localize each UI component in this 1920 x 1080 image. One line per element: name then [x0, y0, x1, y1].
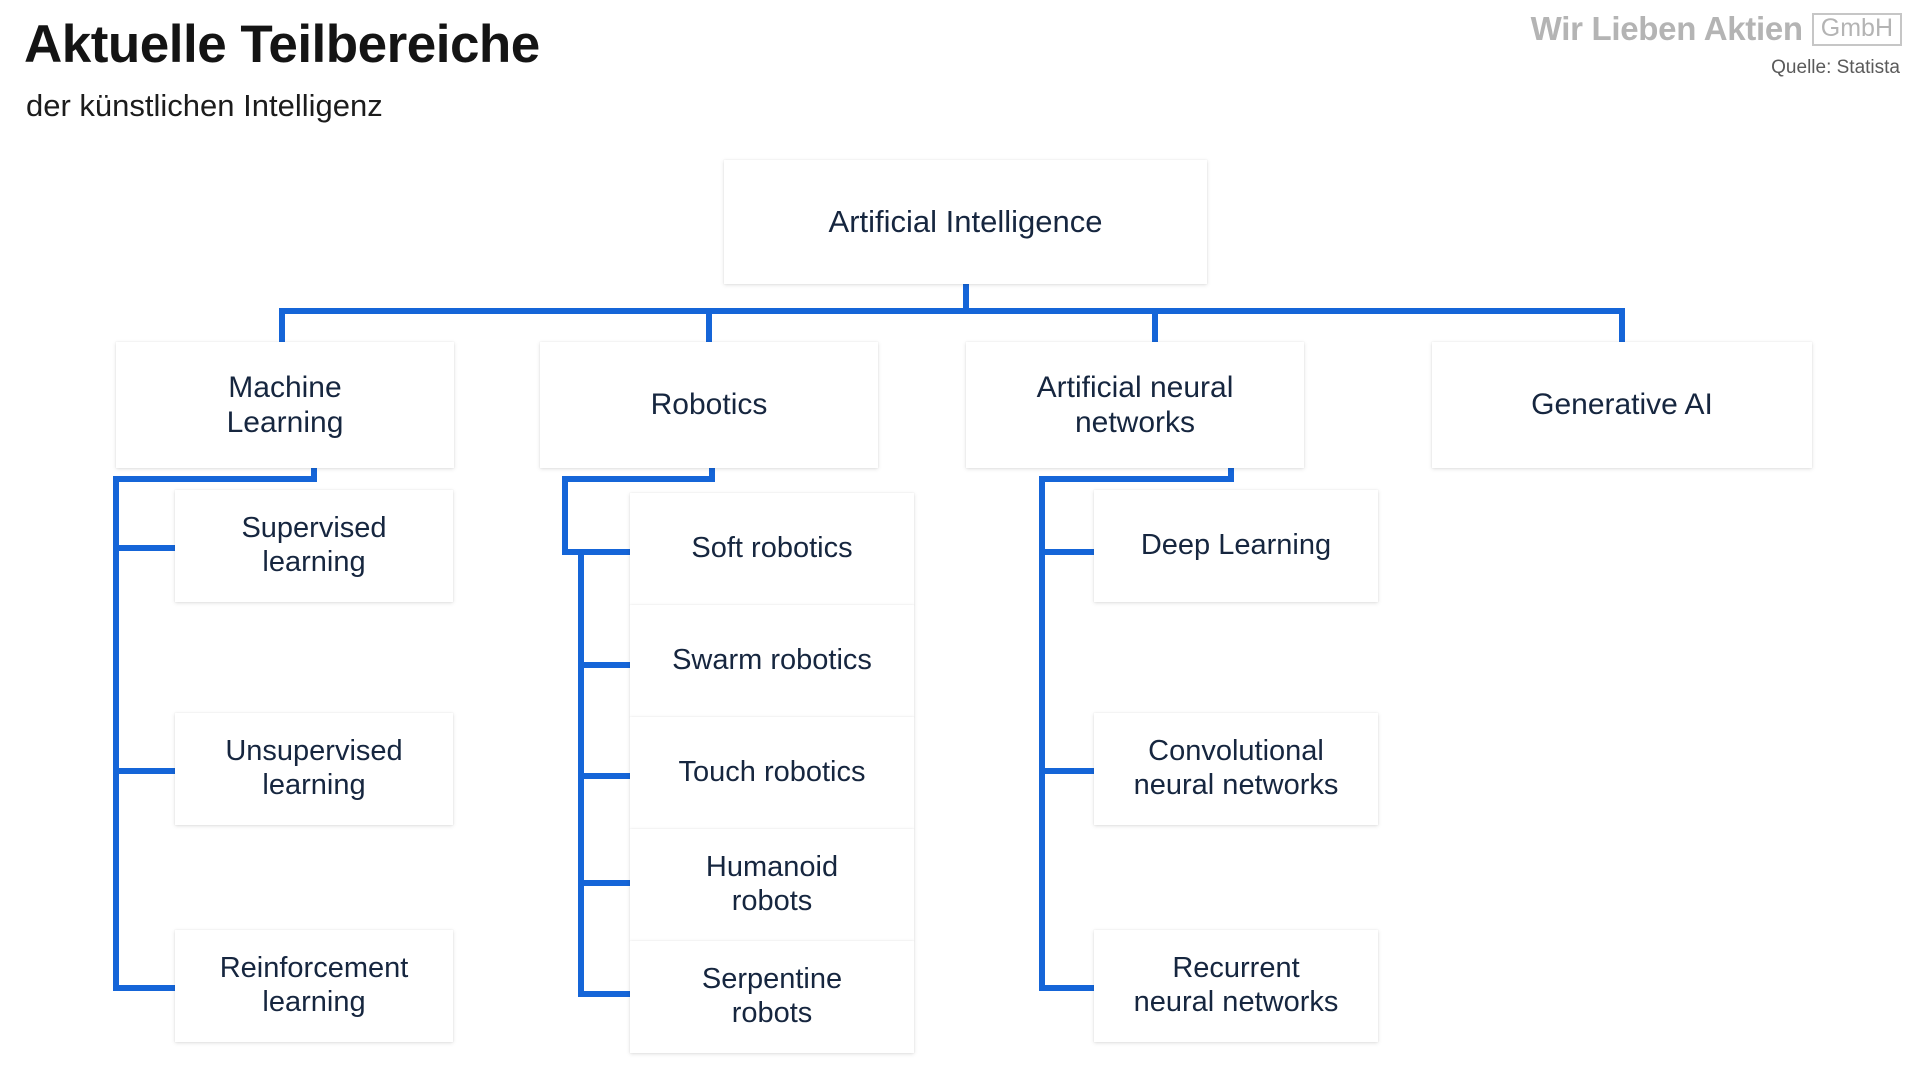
node-label: Humanoid robots [705, 851, 839, 917]
ai-subfields-tree-diagram: Artificial Intelligence Machine Learning… [0, 0, 1920, 1080]
node-label: Unsupervised learning [225, 735, 403, 801]
node-generative-ai[interactable]: Generative AI [1432, 342, 1812, 468]
connector-drop-robotics [706, 308, 712, 343]
connector-ml-branch-2 [113, 768, 175, 774]
connector-robotics-branch-1 [562, 549, 630, 555]
connector-robotics-branch-3 [578, 773, 630, 779]
connector-robotics-branch-2 [578, 662, 630, 668]
node-touch-robotics[interactable]: Touch robotics [630, 717, 914, 829]
node-unsupervised-learning[interactable]: Unsupervised learning [175, 713, 453, 825]
node-robotics[interactable]: Robotics [540, 342, 878, 468]
connector-ml-branch-1 [113, 545, 175, 551]
node-swarm-robotics[interactable]: Swarm robotics [630, 605, 914, 717]
connector-robotics-elbow-top [562, 476, 715, 482]
connector-ann-branch-3 [1039, 985, 1101, 991]
node-soft-robotics[interactable]: Soft robotics [630, 493, 914, 605]
node-reinforcement-learning[interactable]: Reinforcement learning [175, 930, 453, 1042]
connector-robotics-branch-4 [578, 880, 630, 886]
connector-trunk-horizontal [279, 308, 1625, 314]
node-convolutional-neural-networks[interactable]: Convolutional neural networks [1094, 713, 1378, 825]
node-label: Artificial Intelligence [828, 203, 1103, 239]
connector-robotics-spine-upper [562, 476, 568, 555]
connector-ann-branch-2 [1039, 768, 1101, 774]
node-recurrent-neural-networks[interactable]: Recurrent neural networks [1094, 930, 1378, 1042]
node-label: Touch robotics [678, 756, 866, 789]
connector-ml-elbow-top [113, 476, 317, 482]
node-label: Machine Learning [226, 370, 344, 439]
node-deep-learning[interactable]: Deep Learning [1094, 490, 1378, 602]
node-label: Robotics [650, 388, 768, 422]
node-label: Soft robotics [691, 532, 853, 565]
node-serpentine-robots[interactable]: Serpentine robots [630, 941, 914, 1053]
node-machine-learning[interactable]: Machine Learning [116, 342, 454, 468]
connector-robotics-branch-5 [578, 991, 630, 997]
node-label: Generative AI [1531, 388, 1713, 422]
node-label: Serpentine robots [701, 963, 843, 1029]
connector-drop-machine-learning [279, 308, 285, 343]
node-artificial-neural-networks[interactable]: Artificial neural networks [966, 342, 1304, 468]
node-humanoid-robots[interactable]: Humanoid robots [630, 829, 914, 941]
node-artificial-intelligence[interactable]: Artificial Intelligence [724, 160, 1207, 284]
connector-ann-elbow-top [1039, 476, 1234, 482]
node-label: Swarm robotics [672, 644, 872, 677]
connector-ml-spine [113, 476, 119, 991]
node-label: Convolutional neural networks [1133, 735, 1339, 801]
node-label: Recurrent neural networks [1133, 952, 1339, 1018]
connector-ml-branch-3 [113, 985, 175, 991]
node-supervised-learning[interactable]: Supervised learning [175, 490, 453, 602]
connector-ann-branch-1 [1039, 549, 1101, 555]
node-label: Artificial neural networks [1036, 370, 1234, 439]
node-label: Supervised learning [241, 512, 387, 578]
node-label: Reinforcement learning [219, 952, 409, 1018]
node-label: Deep Learning [1140, 529, 1332, 562]
connector-drop-generative-ai [1619, 308, 1625, 343]
connector-drop-artificial-neural-networks [1152, 308, 1158, 343]
